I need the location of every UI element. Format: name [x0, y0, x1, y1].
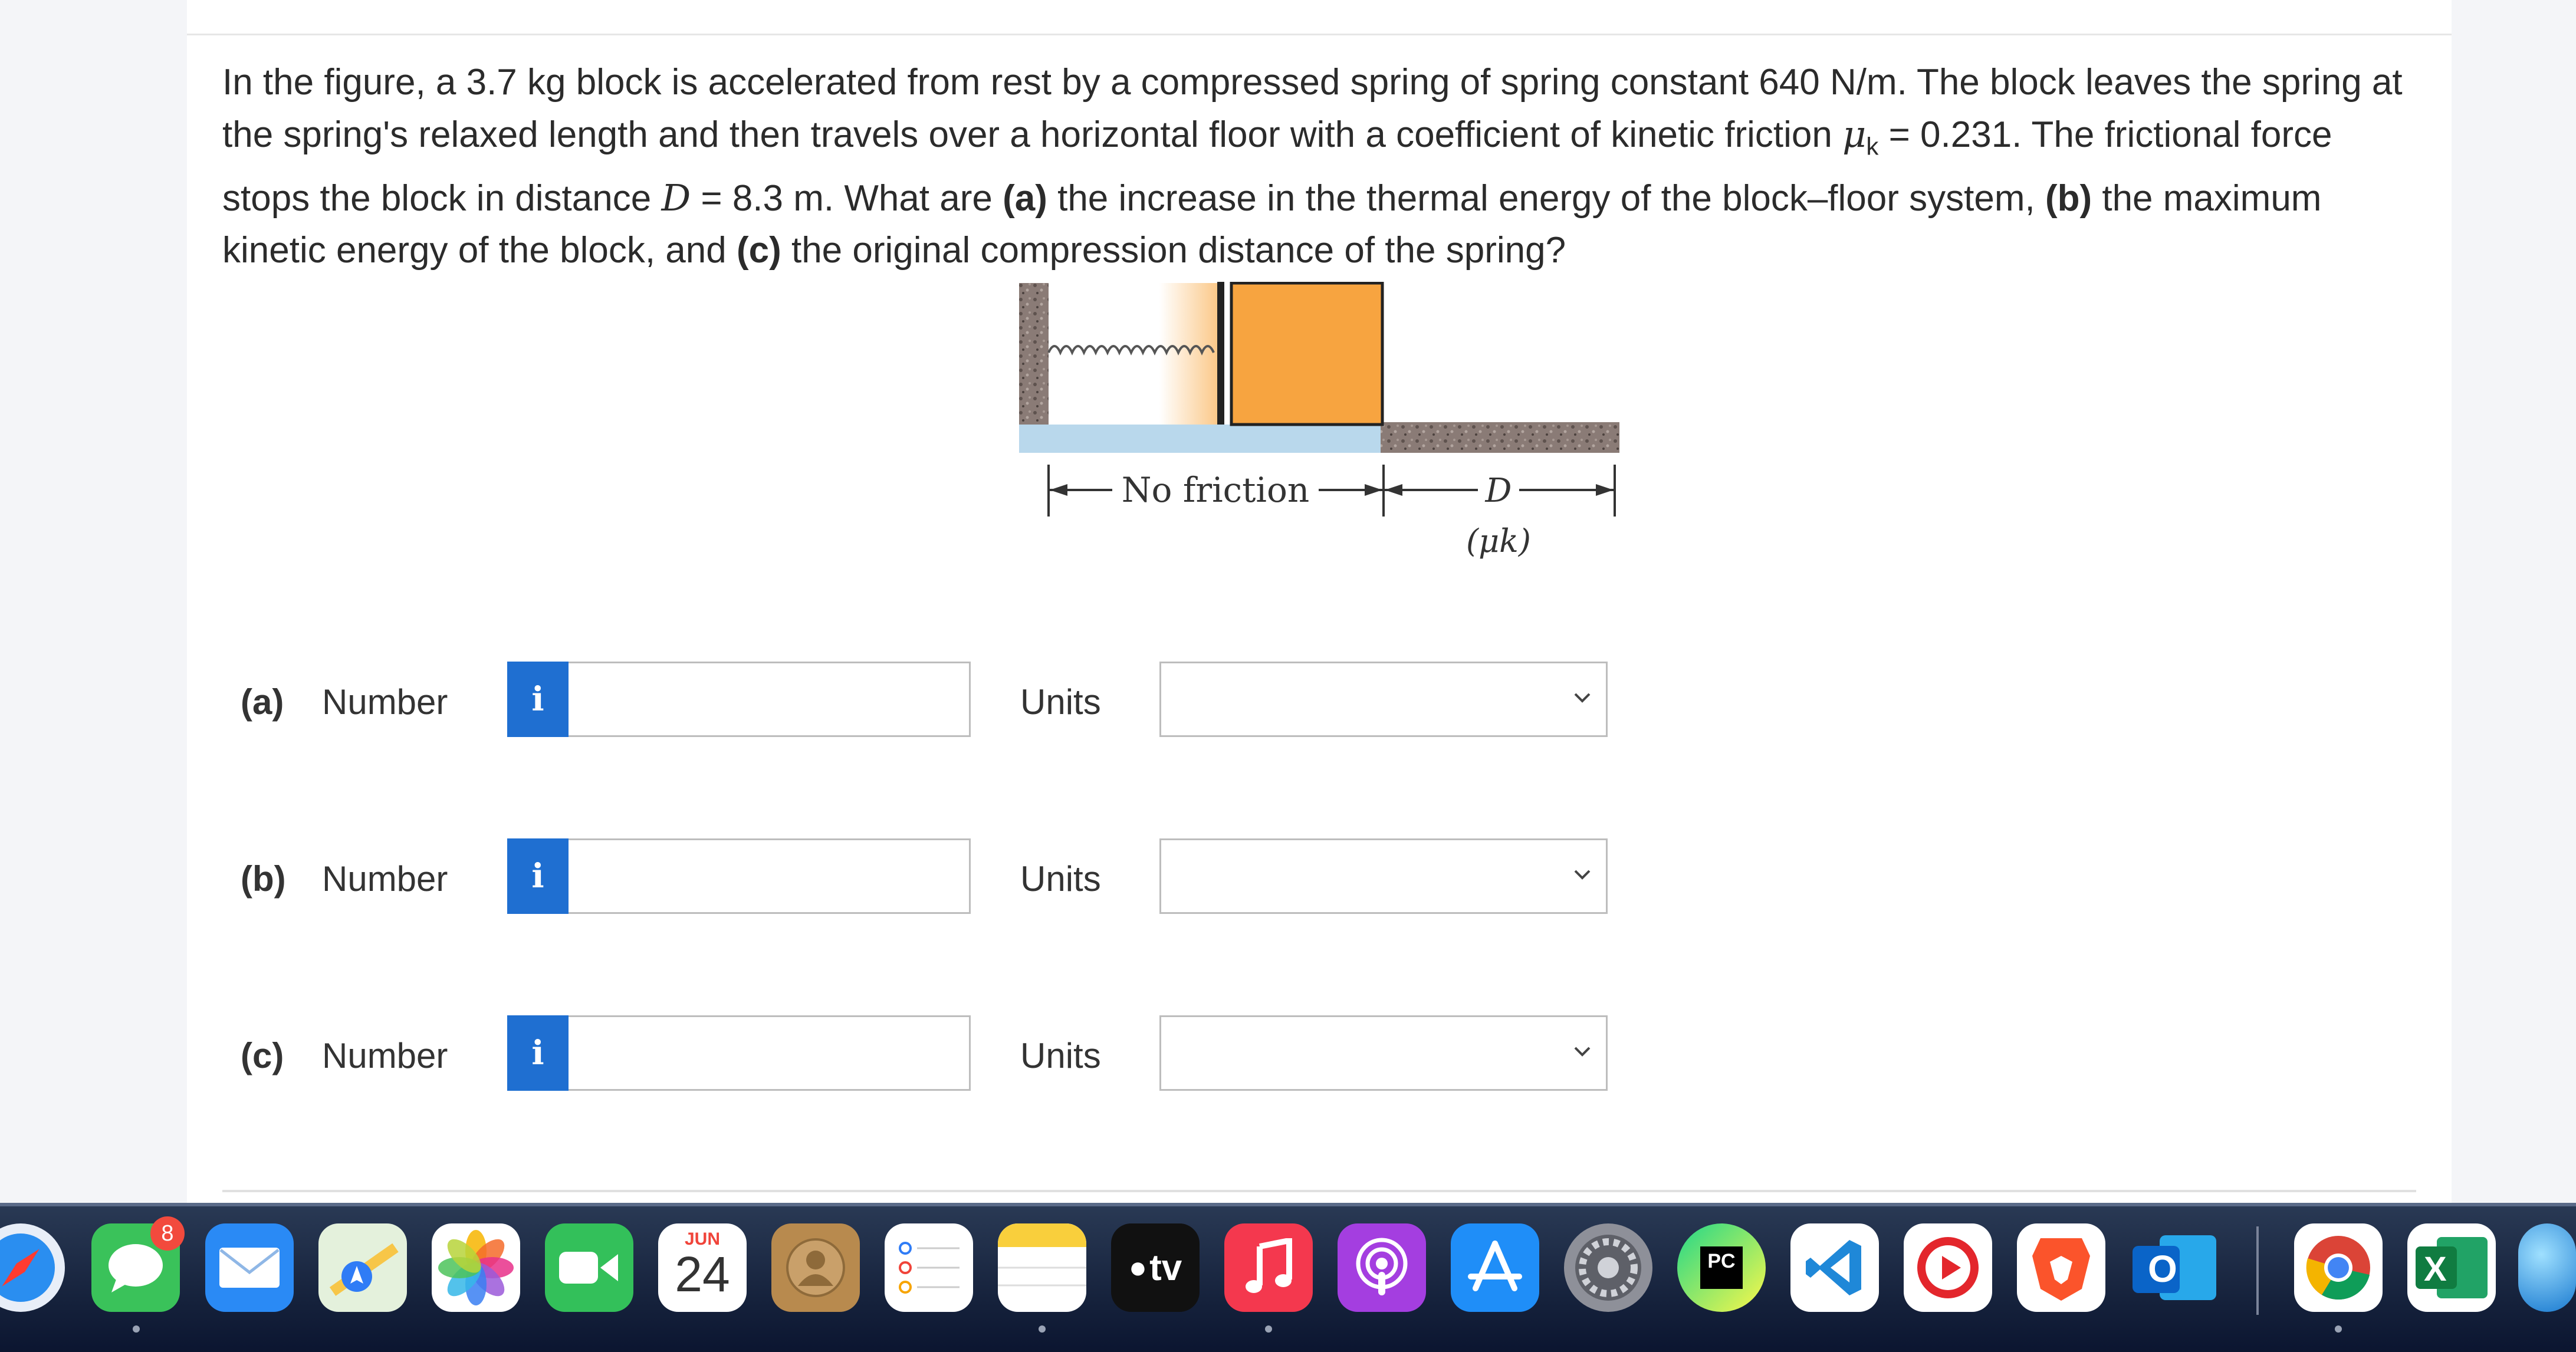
notes-icon[interactable] — [998, 1223, 1086, 1312]
answer-row-b: (b) Number i Units — [0, 838, 2576, 915]
distance-d-label: D — [1485, 472, 1512, 510]
contacts-icon[interactable] — [771, 1223, 860, 1312]
spring-plate — [1217, 282, 1224, 425]
number-label-c: Number — [322, 1036, 448, 1075]
chrome-icon[interactable] — [2294, 1223, 2383, 1312]
appletv-label: tv — [1149, 1247, 1182, 1288]
running-indicator — [133, 1325, 140, 1333]
number-input-c[interactable] — [569, 1015, 971, 1091]
pycharm-label: PC — [1700, 1246, 1743, 1289]
part-c-tag: (c) — [736, 230, 781, 271]
figure-svg: No friction D (μk) — [1019, 282, 1619, 560]
settings-icon[interactable] — [1564, 1223, 1652, 1312]
motion-glow — [1159, 283, 1217, 425]
part-b-tag: (b) — [2045, 178, 2092, 219]
chevron-down-icon — [1574, 1047, 1591, 1057]
answer-row-a: (a) Number i Units — [0, 662, 2576, 738]
friction-floor — [1381, 422, 1619, 453]
mu-symbol: μ — [1842, 113, 1867, 156]
dock-divider — [2256, 1226, 2259, 1315]
info-button-a[interactable]: i — [507, 662, 569, 737]
number-input-a[interactable] — [569, 662, 971, 737]
frictionless-surface — [1019, 425, 1385, 453]
podcasts-icon[interactable] — [1338, 1223, 1426, 1312]
outlook-icon[interactable]: O — [2130, 1223, 2219, 1312]
apple-logo-icon: ● — [1128, 1251, 1148, 1285]
running-indicator — [2335, 1325, 2342, 1333]
info-icon: i — [531, 680, 544, 719]
photos-icon[interactable] — [432, 1223, 520, 1312]
mail-icon[interactable] — [205, 1223, 294, 1312]
part-label-b: (b) — [241, 859, 286, 899]
question-part3: = 8.3 m. What are — [691, 178, 1003, 219]
units-select-a[interactable] — [1159, 662, 1608, 737]
mu-k-label: (μk) — [1466, 522, 1531, 560]
next-card-edge — [222, 1190, 2416, 1192]
recorder-icon[interactable] — [1904, 1223, 1992, 1312]
chevron-down-icon — [1574, 870, 1591, 880]
calendar-day: 24 — [675, 1246, 730, 1302]
pycharm-icon[interactable]: PC — [1677, 1223, 1766, 1312]
safari-icon[interactable] — [0, 1223, 65, 1312]
answer-row-c: (c) Number i Units — [0, 1015, 2576, 1092]
facetime-icon[interactable] — [545, 1223, 633, 1312]
mu-subscript: k — [1866, 132, 1879, 160]
excel-label: X — [2424, 1250, 2447, 1288]
appletv-icon[interactable]: ● tv — [1111, 1223, 1200, 1312]
units-select-c[interactable] — [1159, 1015, 1608, 1091]
spring-block-figure: No friction D (μk) — [1018, 282, 1619, 565]
units-label-b: Units — [1020, 859, 1101, 899]
vscode-icon[interactable] — [1790, 1223, 1879, 1312]
d-symbol: D — [661, 176, 691, 220]
question-text: In the figure, a 3.7 kg block is acceler… — [222, 57, 2416, 277]
units-select-b[interactable] — [1159, 838, 1608, 914]
reminders-icon[interactable] — [885, 1223, 973, 1312]
info-icon: i — [531, 857, 544, 896]
units-label-a: Units — [1020, 682, 1101, 722]
no-friction-label: No friction — [1122, 470, 1309, 510]
outlook-label: O — [2148, 1248, 2177, 1290]
number-input-b[interactable] — [569, 838, 971, 914]
number-label-b: Number — [322, 859, 448, 899]
part-a-tag: (a) — [1003, 178, 1047, 219]
wall — [1019, 283, 1049, 425]
appstore-icon[interactable] — [1451, 1223, 1539, 1312]
info-button-c[interactable]: i — [507, 1015, 569, 1091]
question-part4: the increase in the thermal energy of th… — [1047, 178, 2045, 219]
calendar-icon[interactable]: JUN 24 — [658, 1223, 747, 1312]
part-label-a: (a) — [241, 682, 284, 722]
part-label-c: (c) — [241, 1036, 284, 1075]
number-label-a: Number — [322, 682, 448, 722]
question-part6: the original compression distance of the… — [781, 230, 1566, 271]
globe-icon[interactable] — [2518, 1223, 2576, 1312]
units-label-c: Units — [1020, 1036, 1101, 1075]
brave-icon[interactable] — [2017, 1223, 2105, 1312]
info-button-b[interactable]: i — [507, 838, 569, 914]
messages-badge: 8 — [150, 1216, 185, 1251]
running-indicator — [1039, 1325, 1046, 1333]
maps-icon[interactable] — [318, 1223, 407, 1312]
running-indicator — [1265, 1325, 1272, 1333]
music-icon[interactable] — [1224, 1223, 1313, 1312]
excel-icon[interactable]: X — [2407, 1223, 2496, 1312]
chevron-down-icon — [1574, 693, 1591, 703]
block — [1230, 282, 1384, 426]
top-separator — [187, 34, 2452, 35]
dock-shelf — [0, 1203, 2576, 1206]
info-icon: i — [531, 1034, 544, 1073]
